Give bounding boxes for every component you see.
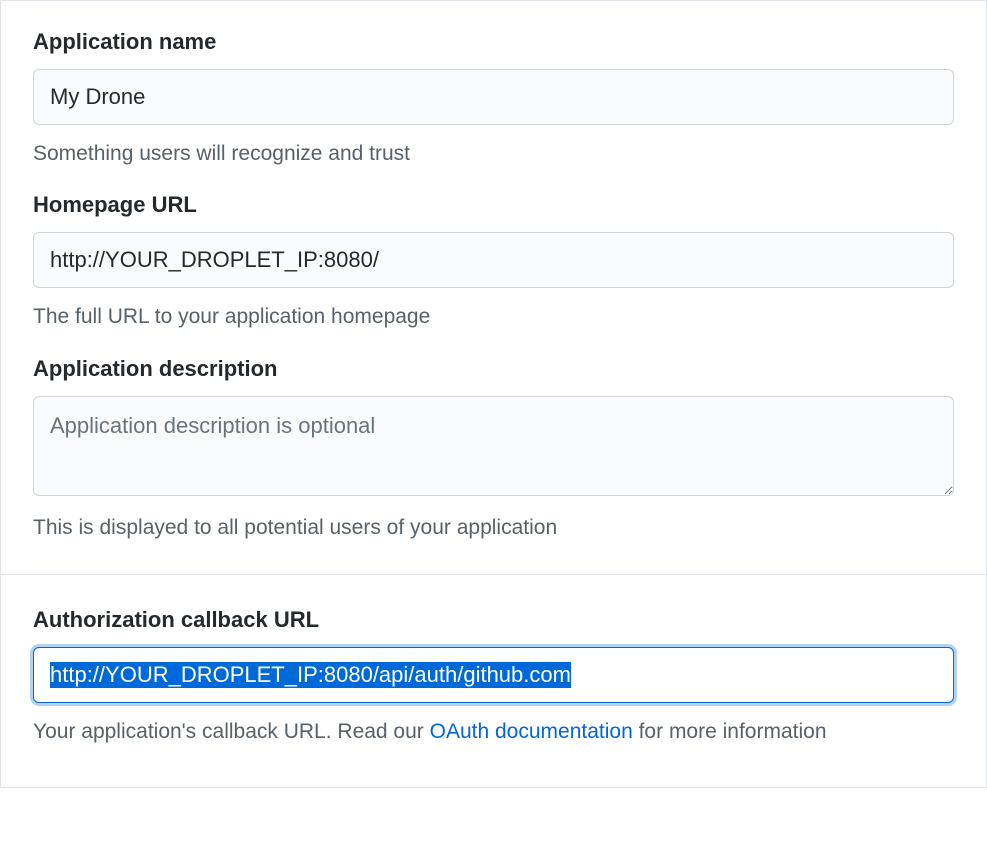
homepage-url-label: Homepage URL (33, 192, 954, 218)
form-group-homepage-url: Homepage URL The full URL to your applic… (33, 192, 954, 331)
form-group-app-description: Application description This is displaye… (33, 356, 954, 542)
callback-url-selected-text: http://YOUR_DROPLET_IP:8080/api/auth/git… (50, 662, 571, 688)
callback-url-help: Your application's callback URL. Read ou… (33, 717, 954, 746)
app-description-help: This is displayed to all potential users… (33, 513, 954, 542)
callback-url-label: Authorization callback URL (33, 607, 954, 633)
callback-url-input[interactable]: http://YOUR_DROPLET_IP:8080/api/auth/git… (33, 647, 954, 703)
oauth-app-form: Application name Something users will re… (0, 0, 987, 788)
app-name-input[interactable] (33, 69, 954, 125)
homepage-url-input[interactable] (33, 232, 954, 288)
form-group-callback-url: Authorization callback URL http://YOUR_D… (33, 607, 954, 746)
app-name-help: Something users will recognize and trust (33, 139, 954, 168)
oauth-documentation-link[interactable]: OAuth documentation (430, 720, 633, 743)
app-description-label: Application description (33, 356, 954, 382)
app-name-label: Application name (33, 29, 954, 55)
form-section-main: Application name Something users will re… (1, 1, 986, 550)
app-description-textarea[interactable] (33, 396, 954, 496)
callback-help-prefix: Your application's callback URL. Read ou… (33, 720, 430, 743)
callback-help-suffix: for more information (633, 720, 827, 743)
form-group-app-name: Application name Something users will re… (33, 29, 954, 168)
form-section-callback: Authorization callback URL http://YOUR_D… (1, 574, 986, 786)
homepage-url-help: The full URL to your application homepag… (33, 302, 954, 331)
